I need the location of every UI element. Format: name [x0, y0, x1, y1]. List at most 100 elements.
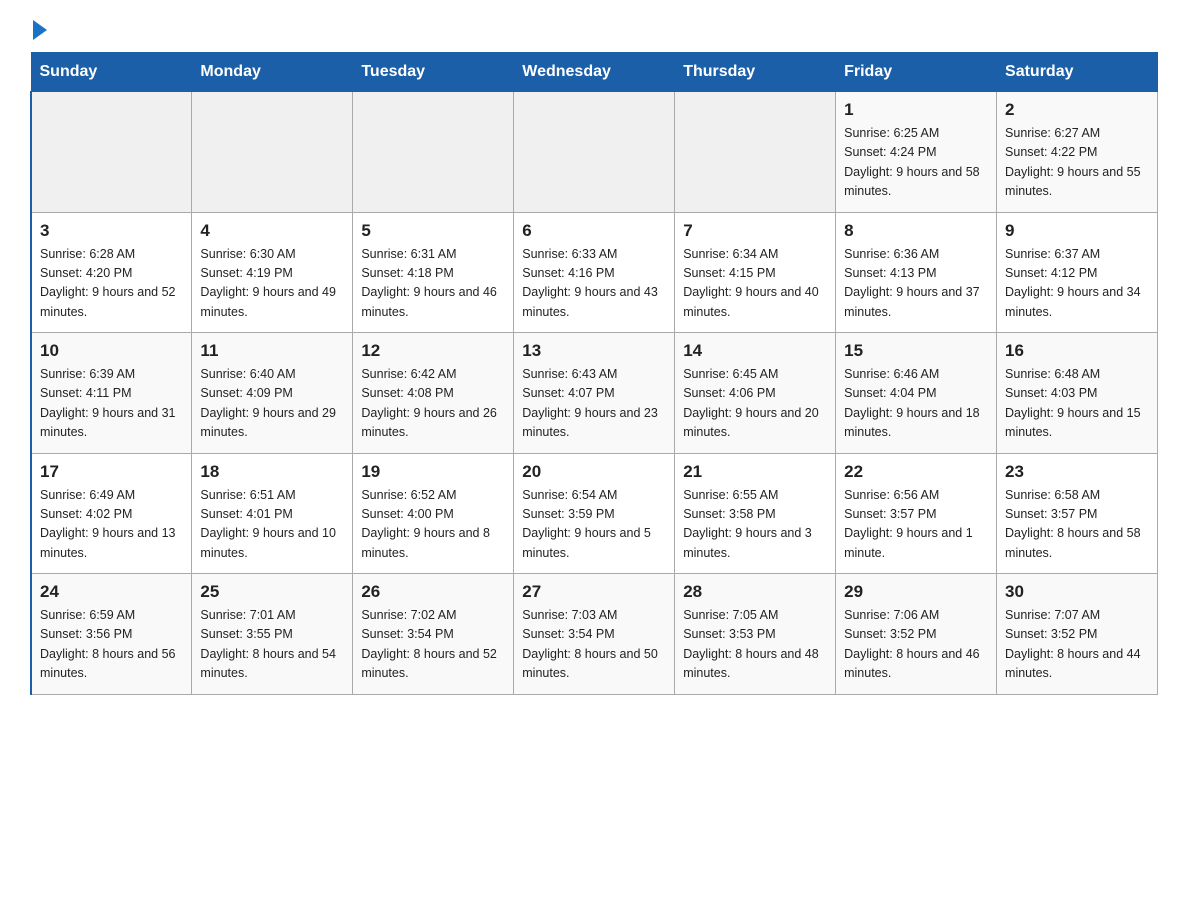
day-number: 30 [1005, 582, 1149, 602]
logo-triangle-icon [33, 20, 47, 40]
day-number: 3 [40, 221, 183, 241]
day-info: Sunrise: 6:52 AM Sunset: 4:00 PM Dayligh… [361, 486, 505, 564]
calendar-week-row: 3 Sunrise: 6:28 AM Sunset: 4:20 PM Daylig… [31, 212, 1158, 333]
calendar-cell: 8Sunrise: 6:36 AM Sunset: 4:13 PM Daylig… [836, 212, 997, 333]
calendar-cell: 6 Sunrise: 6:33 AM Sunset: 4:16 PM Daylig… [514, 212, 675, 333]
day-info: Sunrise: 6:46 AM Sunset: 4:04 PM Dayligh… [844, 365, 988, 443]
day-number: 20 [522, 462, 666, 482]
calendar-cell: 29 Sunrise: 7:06 AM Sunset: 3:52 PM Dayli… [836, 574, 997, 695]
day-number: 6 [522, 221, 666, 241]
col-header-wednesday: Wednesday [514, 53, 675, 92]
day-info: Sunrise: 6:56 AM Sunset: 3:57 PM Dayligh… [844, 486, 988, 564]
day-number: 18 [200, 462, 344, 482]
calendar-cell: 7Sunrise: 6:34 AM Sunset: 4:15 PM Daylig… [675, 212, 836, 333]
calendar-cell: 27 Sunrise: 7:03 AM Sunset: 3:54 PM Dayli… [514, 574, 675, 695]
day-number: 24 [40, 582, 183, 602]
col-header-tuesday: Tuesday [353, 53, 514, 92]
day-info: Sunrise: 6:42 AM Sunset: 4:08 PM Dayligh… [361, 365, 505, 443]
calendar-cell [31, 92, 192, 213]
calendar-cell: 5 Sunrise: 6:31 AM Sunset: 4:18 PM Daylig… [353, 212, 514, 333]
calendar-cell: 15 Sunrise: 6:46 AM Sunset: 4:04 PM Dayli… [836, 333, 997, 454]
day-info: Sunrise: 6:25 AM Sunset: 4:24 PM Dayligh… [844, 124, 988, 202]
calendar-cell: 4Sunrise: 6:30 AM Sunset: 4:19 PM Daylig… [192, 212, 353, 333]
calendar-cell [514, 92, 675, 213]
calendar-week-row: 10Sunrise: 6:39 AM Sunset: 4:11 PM Dayli… [31, 333, 1158, 454]
calendar-cell: 3 Sunrise: 6:28 AM Sunset: 4:20 PM Daylig… [31, 212, 192, 333]
col-header-sunday: Sunday [31, 53, 192, 92]
day-info: Sunrise: 6:51 AM Sunset: 4:01 PM Dayligh… [200, 486, 344, 564]
calendar-cell: 2 Sunrise: 6:27 AM Sunset: 4:22 PM Daylig… [997, 92, 1158, 213]
day-info: Sunrise: 6:33 AM Sunset: 4:16 PM Dayligh… [522, 245, 666, 323]
calendar-cell: 23 Sunrise: 6:58 AM Sunset: 3:57 PM Dayli… [997, 453, 1158, 574]
day-number: 2 [1005, 100, 1149, 120]
calendar-cell [353, 92, 514, 213]
day-info: Sunrise: 7:05 AM Sunset: 3:53 PM Dayligh… [683, 606, 827, 684]
day-info: Sunrise: 7:07 AM Sunset: 3:52 PM Dayligh… [1005, 606, 1149, 684]
day-info: Sunrise: 6:34 AM Sunset: 4:15 PM Dayligh… [683, 245, 827, 323]
calendar-cell: 16 Sunrise: 6:48 AM Sunset: 4:03 PM Dayli… [997, 333, 1158, 454]
day-number: 9 [1005, 221, 1149, 241]
day-info: Sunrise: 7:02 AM Sunset: 3:54 PM Dayligh… [361, 606, 505, 684]
day-number: 25 [200, 582, 344, 602]
day-number: 1 [844, 100, 988, 120]
day-number: 14 [683, 341, 827, 361]
calendar-week-row: 1 Sunrise: 6:25 AM Sunset: 4:24 PM Daylig… [31, 92, 1158, 213]
day-info: Sunrise: 6:58 AM Sunset: 3:57 PM Dayligh… [1005, 486, 1149, 564]
day-number: 22 [844, 462, 988, 482]
calendar-cell: 12 Sunrise: 6:42 AM Sunset: 4:08 PM Dayli… [353, 333, 514, 454]
day-info: Sunrise: 6:28 AM Sunset: 4:20 PM Dayligh… [40, 245, 183, 323]
day-number: 29 [844, 582, 988, 602]
day-info: Sunrise: 6:48 AM Sunset: 4:03 PM Dayligh… [1005, 365, 1149, 443]
calendar-cell: 18 Sunrise: 6:51 AM Sunset: 4:01 PM Dayli… [192, 453, 353, 574]
col-header-friday: Friday [836, 53, 997, 92]
calendar-week-row: 17 Sunrise: 6:49 AM Sunset: 4:02 PM Dayli… [31, 453, 1158, 574]
day-number: 26 [361, 582, 505, 602]
day-info: Sunrise: 6:37 AM Sunset: 4:12 PM Dayligh… [1005, 245, 1149, 323]
calendar-week-row: 24 Sunrise: 6:59 AM Sunset: 3:56 PM Dayli… [31, 574, 1158, 695]
day-number: 12 [361, 341, 505, 361]
day-number: 11 [200, 341, 344, 361]
day-info: Sunrise: 6:30 AM Sunset: 4:19 PM Dayligh… [200, 245, 344, 323]
calendar-cell: 10Sunrise: 6:39 AM Sunset: 4:11 PM Dayli… [31, 333, 192, 454]
calendar-cell [192, 92, 353, 213]
calendar-cell [675, 92, 836, 213]
calendar-cell: 20 Sunrise: 6:54 AM Sunset: 3:59 PM Dayli… [514, 453, 675, 574]
day-info: Sunrise: 6:43 AM Sunset: 4:07 PM Dayligh… [522, 365, 666, 443]
day-number: 17 [40, 462, 183, 482]
day-number: 13 [522, 341, 666, 361]
calendar-cell: 30 Sunrise: 7:07 AM Sunset: 3:52 PM Dayli… [997, 574, 1158, 695]
calendar-cell: 17 Sunrise: 6:49 AM Sunset: 4:02 PM Dayli… [31, 453, 192, 574]
day-number: 23 [1005, 462, 1149, 482]
col-header-monday: Monday [192, 53, 353, 92]
day-info: Sunrise: 6:55 AM Sunset: 3:58 PM Dayligh… [683, 486, 827, 564]
day-info: Sunrise: 6:27 AM Sunset: 4:22 PM Dayligh… [1005, 124, 1149, 202]
day-info: Sunrise: 7:06 AM Sunset: 3:52 PM Dayligh… [844, 606, 988, 684]
day-info: Sunrise: 6:54 AM Sunset: 3:59 PM Dayligh… [522, 486, 666, 564]
day-info: Sunrise: 6:31 AM Sunset: 4:18 PM Dayligh… [361, 245, 505, 323]
day-number: 19 [361, 462, 505, 482]
calendar-header-row: SundayMondayTuesdayWednesdayThursdayFrid… [31, 53, 1158, 92]
day-number: 15 [844, 341, 988, 361]
logo [30, 20, 47, 42]
day-info: Sunrise: 6:39 AM Sunset: 4:11 PM Dayligh… [40, 365, 183, 443]
page-header [30, 20, 1158, 42]
calendar-cell: 11Sunrise: 6:40 AM Sunset: 4:09 PM Dayli… [192, 333, 353, 454]
calendar-cell: 19 Sunrise: 6:52 AM Sunset: 4:00 PM Dayli… [353, 453, 514, 574]
day-number: 16 [1005, 341, 1149, 361]
day-info: Sunrise: 7:03 AM Sunset: 3:54 PM Dayligh… [522, 606, 666, 684]
day-info: Sunrise: 6:36 AM Sunset: 4:13 PM Dayligh… [844, 245, 988, 323]
day-number: 27 [522, 582, 666, 602]
day-info: Sunrise: 6:59 AM Sunset: 3:56 PM Dayligh… [40, 606, 183, 684]
calendar-table: SundayMondayTuesdayWednesdayThursdayFrid… [30, 52, 1158, 695]
day-info: Sunrise: 6:49 AM Sunset: 4:02 PM Dayligh… [40, 486, 183, 564]
calendar-cell: 21 Sunrise: 6:55 AM Sunset: 3:58 PM Dayli… [675, 453, 836, 574]
day-info: Sunrise: 6:45 AM Sunset: 4:06 PM Dayligh… [683, 365, 827, 443]
day-number: 21 [683, 462, 827, 482]
calendar-cell: 1 Sunrise: 6:25 AM Sunset: 4:24 PM Daylig… [836, 92, 997, 213]
calendar-cell: 26 Sunrise: 7:02 AM Sunset: 3:54 PM Dayli… [353, 574, 514, 695]
calendar-cell: 14 Sunrise: 6:45 AM Sunset: 4:06 PM Dayli… [675, 333, 836, 454]
calendar-cell: 25Sunrise: 7:01 AM Sunset: 3:55 PM Dayli… [192, 574, 353, 695]
day-number: 28 [683, 582, 827, 602]
day-number: 5 [361, 221, 505, 241]
calendar-cell: 28 Sunrise: 7:05 AM Sunset: 3:53 PM Dayli… [675, 574, 836, 695]
